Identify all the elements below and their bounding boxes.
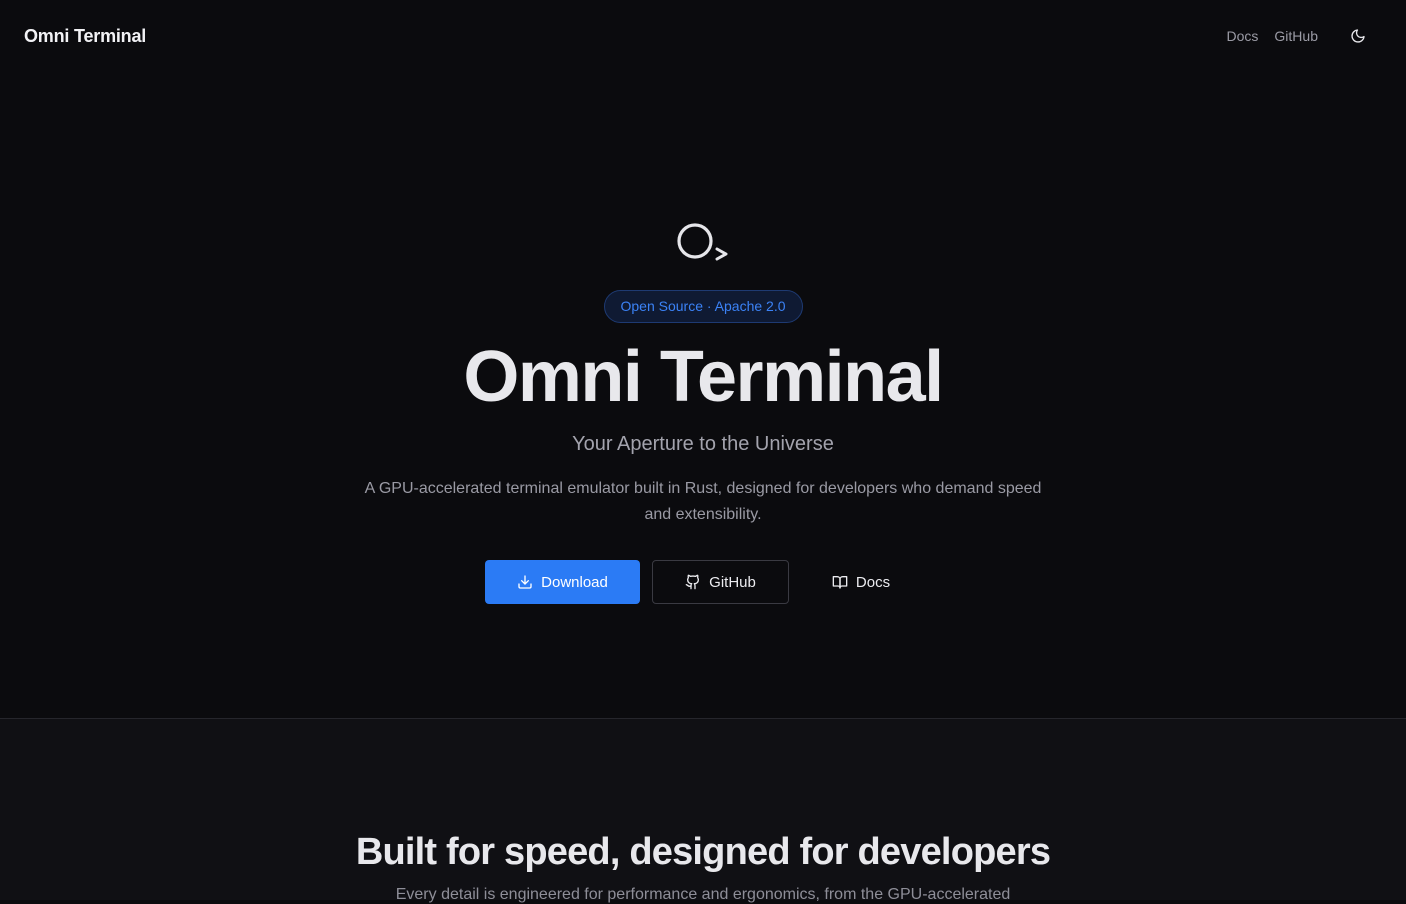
docs-button-label: Docs: [855, 573, 891, 591]
features-section: Built for speed, designed for developers…: [0, 719, 1406, 903]
hero-description: A GPU-accelerated terminal emulator buil…: [364, 480, 1042, 523]
github-button[interactable]: GitHub: [652, 560, 789, 604]
circle-prompt-logo-icon: [677, 223, 728, 261]
book-open-icon: [832, 576, 848, 589]
nav-links: Docs GitHub: [1211, 20, 1382, 52]
top-nav: Omni Terminal Docs GitHub: [0, 0, 1406, 72]
hero-section: Open Source · Apache 2.0 Omni Terminal Y…: [0, 72, 1406, 718]
hero-subtitle: Your Aperture to the Universe: [572, 433, 834, 455]
download-button-label: Download: [541, 573, 608, 591]
github-icon: [685, 574, 700, 590]
features-description: Every detail is engineered for performan…: [395, 886, 1011, 903]
nav-link-github[interactable]: GitHub: [1274, 28, 1318, 44]
cta-group: Download GitHub Docs: [485, 560, 921, 604]
docs-button[interactable]: Docs: [801, 560, 921, 604]
brand-logo-link[interactable]: Omni Terminal: [24, 26, 146, 47]
github-button-label: GitHub: [709, 573, 756, 591]
hero-title: Omni Terminal: [463, 337, 944, 417]
download-icon: [518, 575, 532, 589]
download-button[interactable]: Download: [485, 560, 640, 604]
moon-icon: [1351, 29, 1365, 43]
license-badge: Open Source · Apache 2.0: [603, 290, 803, 323]
nav-link-docs[interactable]: Docs: [1227, 28, 1259, 44]
theme-toggle-button[interactable]: [1342, 20, 1374, 52]
features-title: Built for speed, designed for developers: [355, 831, 1051, 873]
